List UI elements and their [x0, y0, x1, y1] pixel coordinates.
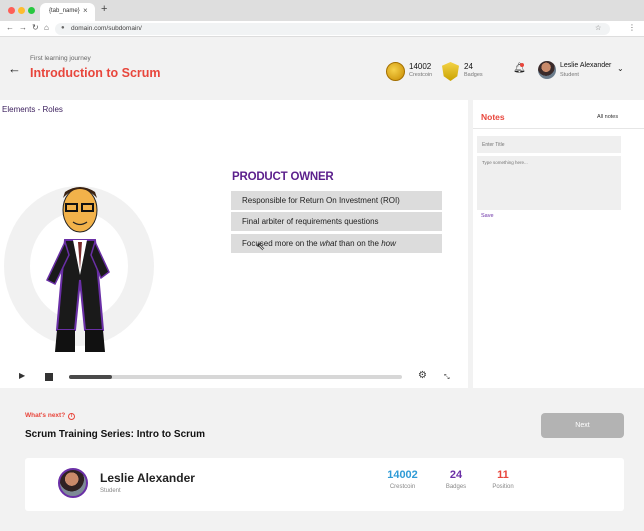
whats-next-text: What's next? [25, 412, 66, 419]
video-progress-fill [69, 375, 113, 379]
video-player[interactable]: Elements - Roles PRODUCT OWNER Responsib… [0, 100, 468, 388]
journey-label: First learning journey [30, 55, 91, 62]
crestcoin-icon [386, 62, 405, 81]
next-button[interactable]: Next [541, 413, 624, 438]
slide-bullet-emphasis: how [381, 239, 396, 248]
badge-icon [442, 62, 459, 81]
gear-icon[interactable]: ⚙ [418, 370, 427, 381]
notes-panel: Notes All notes Save [473, 100, 644, 388]
all-notes-link[interactable]: All notes [597, 114, 618, 120]
collapse-icon[interactable]: ⤡ [444, 374, 450, 382]
stat-crestcoin: 14002 Crestcoin [380, 469, 425, 490]
next-course-title: Scrum Training Series: Intro to Scrum [25, 429, 206, 440]
profile-role: Student [100, 488, 121, 494]
browser-tab[interactable]: {tab_name} × [40, 3, 95, 21]
badges-label: Badges [464, 72, 483, 78]
stat-value: 11 [497, 469, 509, 481]
tab-title: {tab_name} [49, 8, 80, 14]
crestcoin-count: 14002 [409, 62, 432, 71]
course-title: Introduction to Scrum [30, 66, 161, 80]
browser-toolbar: ← → ↻ ⌂ ● domain.com/subdomain/ ☆ ⋮ [0, 21, 644, 37]
browser-menu-icon[interactable]: ⋮ [628, 23, 636, 32]
mouse-cursor-icon: ⇖ [256, 241, 266, 253]
forward-icon[interactable]: → [19, 23, 27, 32]
slide-bullet: Responsible for Return On Investment (RO… [231, 191, 442, 210]
stat-label: Badges [445, 484, 467, 490]
crestcoin-label: Crestcoin [409, 72, 433, 78]
stat-value: 14002 [387, 469, 418, 481]
app-header: ← First learning journey Introduction to… [0, 37, 644, 100]
reload-icon[interactable]: ↻ [32, 23, 39, 32]
back-arrow-icon[interactable]: ← [8, 61, 21, 76]
avatar [58, 468, 88, 498]
profile-name: Leslie Alexander [100, 471, 195, 485]
video-section-title: Elements - Roles [2, 105, 63, 114]
home-icon[interactable]: ⌂ [44, 23, 49, 32]
notification-dot [520, 63, 524, 67]
info-icon[interactable]: i [68, 413, 76, 420]
minimize-window-icon[interactable] [18, 7, 25, 14]
stat-label: Crestcoin [389, 484, 416, 490]
note-title-input[interactable] [477, 136, 621, 153]
user-role: Student [560, 72, 579, 78]
play-icon[interactable]: ▶ [19, 371, 25, 380]
save-note-button[interactable]: Save [481, 213, 494, 219]
stop-icon[interactable] [45, 373, 53, 381]
maximize-window-icon[interactable] [28, 7, 35, 14]
stat-badges: 24 Badges [441, 469, 471, 490]
notes-title: Notes [481, 112, 505, 122]
stat-position: 11 Position [488, 469, 518, 490]
product-owner-character [46, 187, 110, 352]
slide-heading: PRODUCT OWNER [232, 171, 334, 183]
slide-bullet-text: than on the [336, 239, 382, 248]
avatar[interactable] [538, 61, 556, 79]
new-tab-icon[interactable]: + [101, 3, 107, 15]
slide-bullet: Final arbiter of requirements questions [231, 212, 442, 231]
lock-icon: ● [61, 25, 65, 31]
slide-bullet-emphasis: what [319, 239, 337, 248]
stat-label: Position [492, 484, 514, 490]
bookmark-star-icon[interactable]: ☆ [595, 24, 601, 32]
tab-close-icon[interactable]: × [83, 6, 88, 15]
close-window-icon[interactable] [8, 7, 15, 14]
browser-tab-bar: {tab_name} × + [0, 0, 644, 21]
slide-bullet-text: Focused more on the [242, 239, 320, 248]
url-text: domain.com/subdomain/ [71, 25, 142, 32]
user-name[interactable]: Leslie Alexander [560, 62, 611, 69]
back-icon[interactable]: ← [6, 23, 14, 32]
divider [473, 128, 644, 129]
video-progress-bar[interactable] [69, 375, 402, 379]
stat-value: 24 [449, 469, 463, 481]
badges-count: 24 [464, 62, 473, 71]
whats-next-label: What's next? i [25, 412, 76, 420]
address-bar[interactable]: ● domain.com/subdomain/ ☆ [55, 23, 610, 35]
chevron-down-icon[interactable]: ⌄ [617, 64, 624, 73]
note-body-input[interactable] [477, 156, 621, 210]
profile-card: Leslie Alexander Student 14002 Crestcoin… [25, 458, 624, 511]
